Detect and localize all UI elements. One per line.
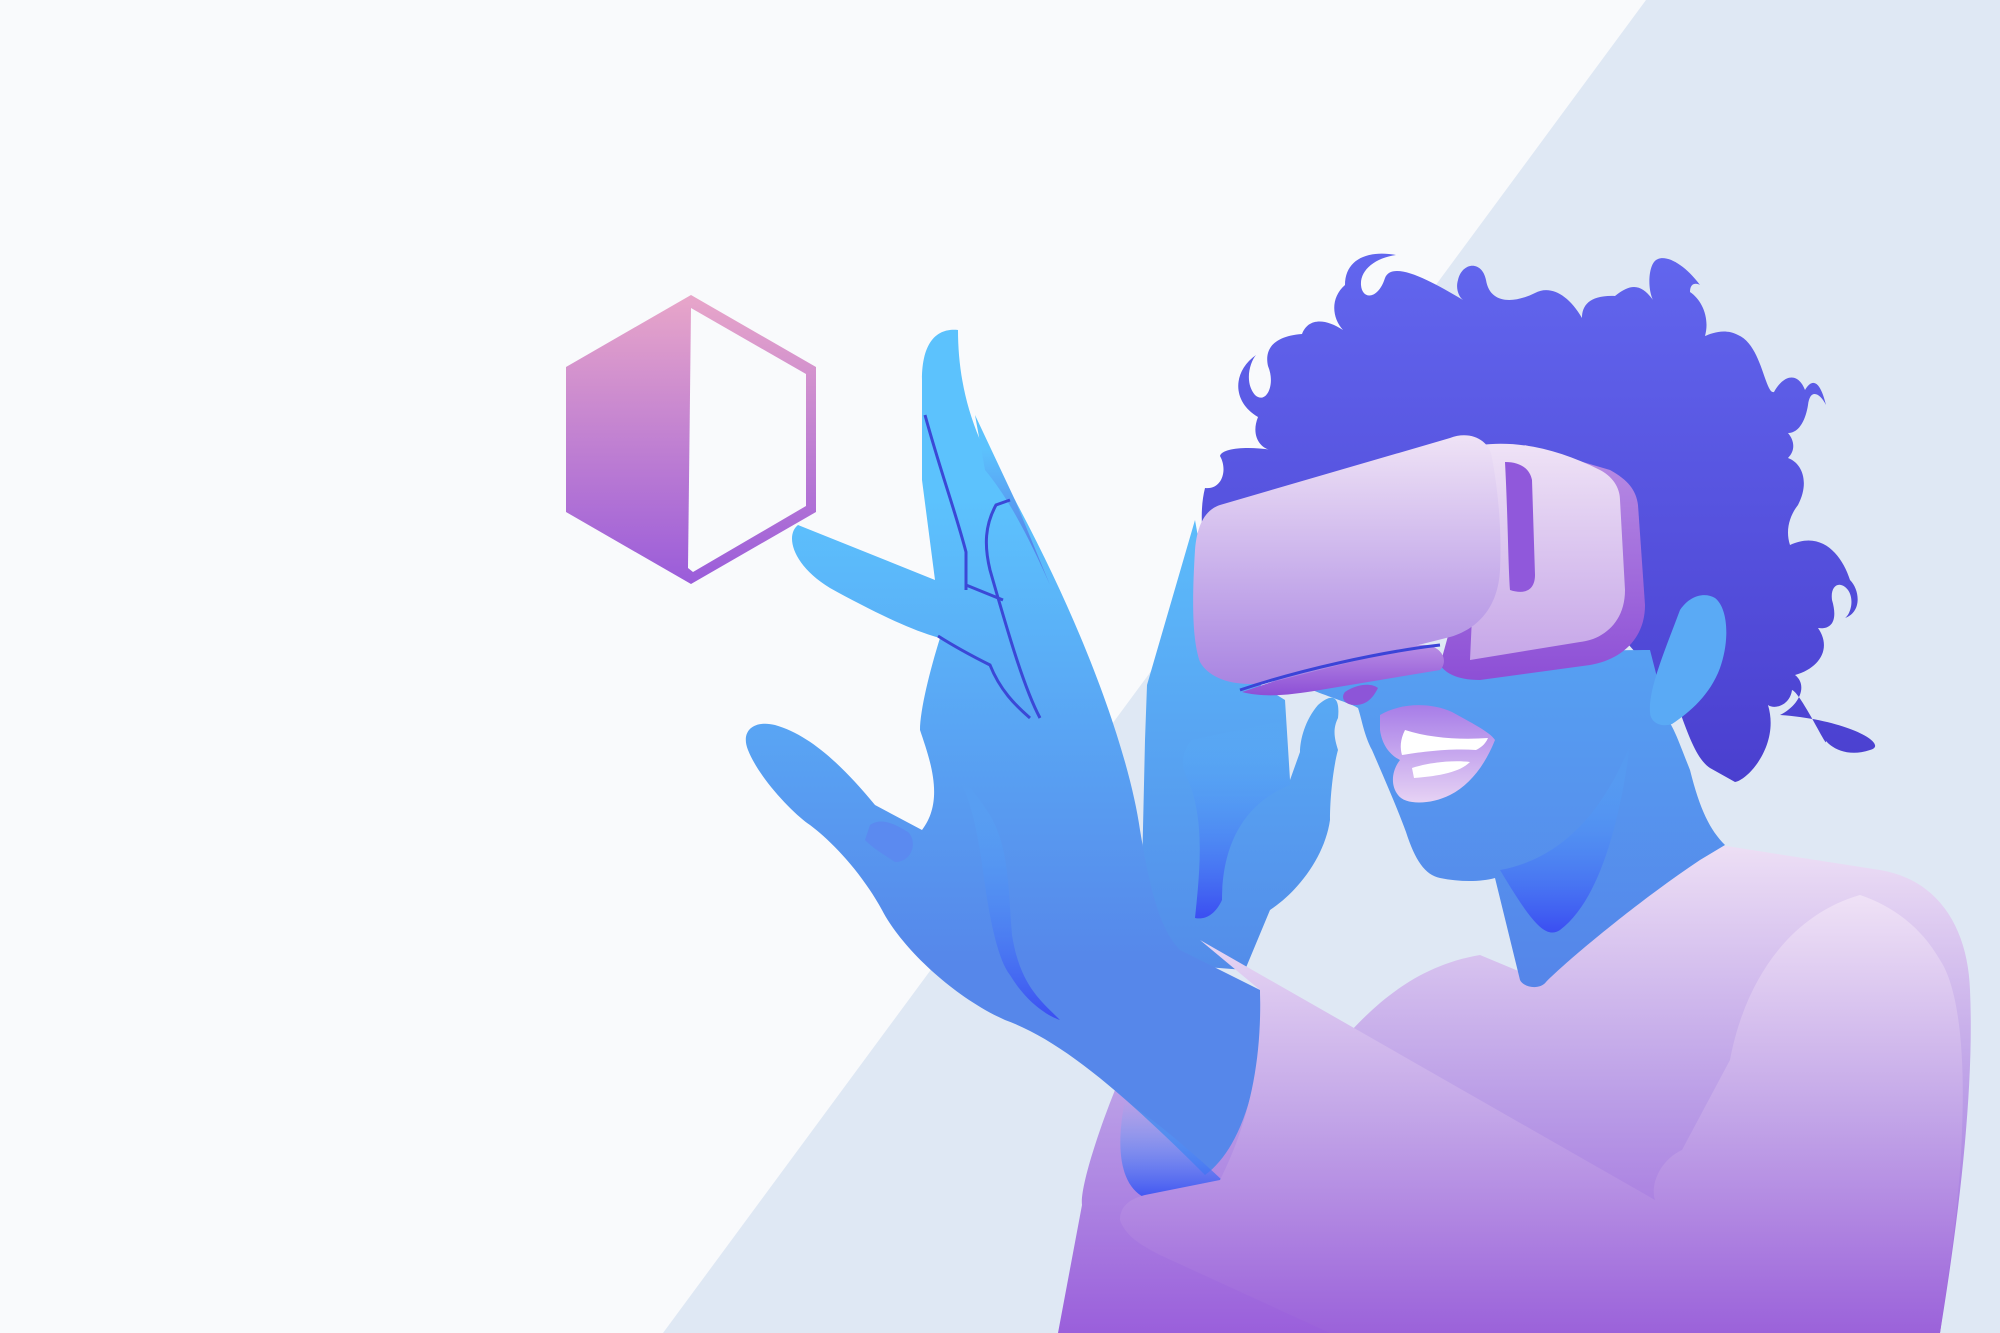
vr-illustration — [0, 0, 2000, 1333]
